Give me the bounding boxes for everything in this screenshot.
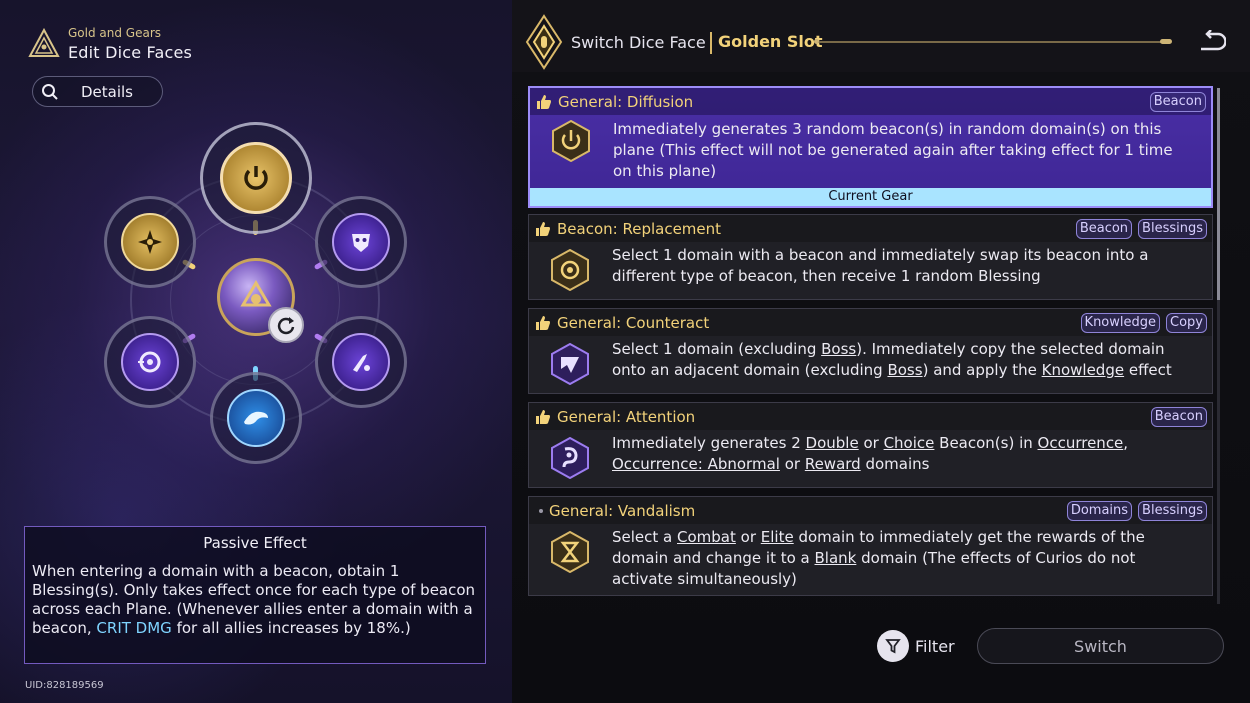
details-label: Details — [81, 82, 134, 101]
card-general-diffusion[interactable]: General: Diffusion Beacon Immediately ge… — [528, 86, 1213, 208]
target-ring-icon — [551, 249, 589, 291]
tag-knowledge: Knowledge — [1080, 313, 1161, 333]
back-icon[interactable] — [1198, 30, 1226, 54]
list-scrollbar-thumb[interactable] — [1217, 88, 1220, 300]
passive-title: Passive Effect — [203, 534, 307, 552]
card-description: Immediately generates 3 random beacon(s)… — [613, 120, 1173, 180]
tag-beacon: Beacon — [1075, 219, 1133, 239]
bird-icon — [244, 411, 268, 425]
passive-effect-panel: Passive Effect When entering a domain wi… — [24, 526, 486, 664]
uid-label: UID:828189569 — [25, 680, 104, 691]
dice-face-lower-right[interactable] — [315, 316, 407, 408]
tag-copy: Copy — [1166, 313, 1207, 333]
refresh-icon — [277, 317, 295, 335]
card-title: General: Attention — [557, 407, 696, 426]
card-general-counteract[interactable]: General: Counteract Knowledge Copy Selec… — [528, 308, 1213, 394]
search-icon — [42, 83, 58, 100]
power-icon — [552, 120, 590, 162]
switch-title: Switch Dice Face — [571, 33, 706, 52]
filter-label: Filter — [915, 636, 955, 656]
card-beacon-replacement[interactable]: Beacon: Replacement Beacon Blessings Sel… — [528, 214, 1213, 300]
thumbs-up-icon — [537, 94, 551, 109]
details-button[interactable]: Details — [32, 76, 163, 107]
card-title: General: Counteract — [557, 313, 710, 332]
dice-face-top[interactable] — [200, 122, 312, 234]
tag-beacon: Beacon — [1149, 92, 1206, 112]
die-emblem-icon — [240, 280, 272, 307]
header-line — [815, 41, 1171, 43]
card-general-attention[interactable]: General: Attention Beacon Immediately ge… — [528, 402, 1213, 488]
reroll-button[interactable] — [268, 307, 304, 343]
dice-face-upper-left[interactable] — [104, 196, 196, 288]
card-description: Select 1 domain with a beacon and immedi… — [612, 246, 1149, 285]
card-general-vandalism[interactable]: General: Vandalism Domains Blessings Sel… — [528, 496, 1213, 596]
knife-icon — [353, 354, 370, 372]
hourglass-icon — [551, 531, 589, 573]
switch-button[interactable]: Switch — [977, 628, 1224, 664]
tag-domains: Domains — [1066, 501, 1133, 521]
dice-face-list: General: Diffusion Beacon Immediately ge… — [528, 86, 1213, 596]
bullet-dot — [539, 508, 543, 513]
passive-description: When entering a domain with a beacon, ob… — [32, 562, 476, 637]
tag-beacon: Beacon — [1150, 407, 1207, 427]
tag-blessings: Blessings — [1138, 219, 1207, 239]
card-description: Select a Combat or Elite domain to immed… — [612, 528, 1145, 588]
left-panel: Gold and Gears Edit Dice Faces Details P… — [0, 0, 512, 703]
crit-dmg-highlight: CRIT DMG — [96, 619, 172, 637]
card-description: Select 1 domain (excluding Boss). Immedi… — [612, 340, 1172, 379]
tag-blessings: Blessings — [1138, 501, 1207, 521]
header-subtitle: Gold and Gears — [68, 26, 162, 40]
thumbs-up-icon — [536, 409, 550, 424]
current-gear-badge: Current Gear — [530, 188, 1211, 206]
right-panel: Switch Dice Face Golden Slot General: Di… — [512, 0, 1250, 703]
card-title: Beacon: Replacement — [557, 219, 722, 238]
page-title: Edit Dice Faces — [68, 43, 193, 62]
dice-face-lower-left[interactable] — [104, 316, 196, 408]
triangle-emblem-icon — [28, 28, 60, 57]
title-divider — [710, 32, 712, 54]
dice-face-upper-right[interactable] — [315, 196, 407, 288]
hook-icon — [551, 437, 589, 479]
target-icon — [138, 351, 161, 373]
slot-name: Golden Slot — [718, 32, 823, 51]
golden-slot-icon — [525, 14, 563, 70]
arrow-swirl-icon — [551, 343, 589, 385]
thumbs-up-icon — [536, 221, 550, 236]
thumbs-up-icon — [536, 315, 550, 330]
dice-face-bottom[interactable] — [210, 372, 302, 464]
card-title: General: Diffusion — [558, 92, 694, 111]
switch-header: Switch Dice Face Golden Slot — [512, 0, 1250, 72]
filter-button[interactable]: Filter — [877, 630, 955, 662]
filter-icon — [885, 639, 901, 654]
shuriken-icon — [138, 230, 162, 254]
mask-icon — [352, 234, 370, 252]
power-icon — [244, 166, 268, 190]
card-title: General: Vandalism — [549, 501, 696, 520]
card-description: Immediately generates 2 Double or Choice… — [612, 434, 1129, 473]
